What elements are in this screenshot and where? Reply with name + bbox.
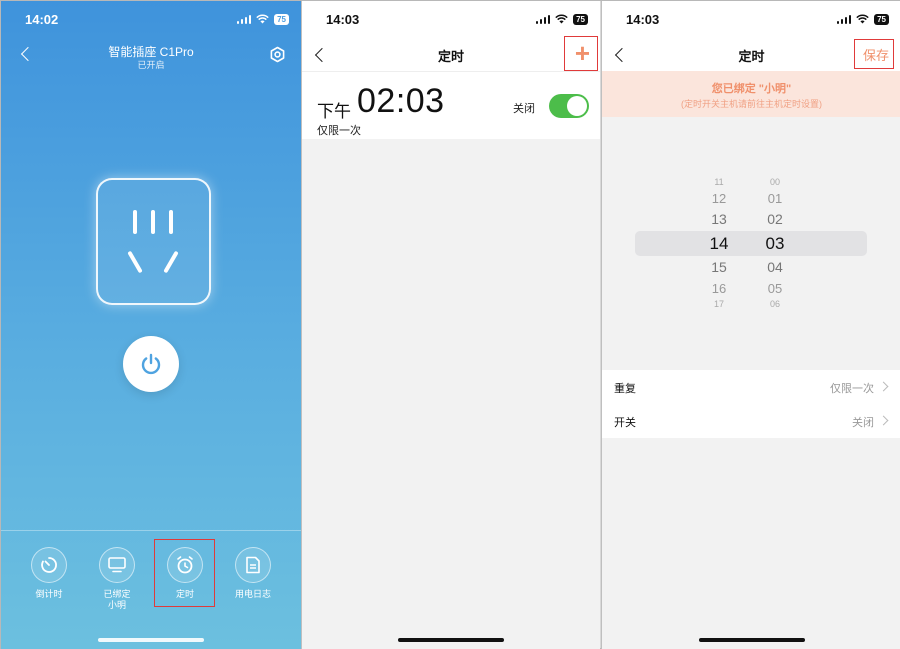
notice-subtitle: (定时开关主机请前往主机定时设置) — [681, 99, 822, 109]
chevron-right-icon — [878, 415, 889, 426]
signal-icon — [236, 14, 252, 24]
hour-option[interactable]: 16 — [699, 281, 739, 296]
row-value: 关闭 — [852, 417, 874, 429]
home-indicator — [98, 638, 204, 642]
screenshot-collage: 14:02 75 智能插座 C1Pro 已开启 倒计时 已绑定 小明 定时 用电… — [0, 0, 900, 649]
status-time: 14:03 — [626, 12, 660, 27]
hour-option[interactable]: 12 — [699, 191, 739, 206]
timer-list-screen: 14:03 75 定时 + 下午 02:03 仅限一次 关闭 — [302, 1, 600, 649]
status-icons: 75 — [236, 13, 289, 25]
tool-label: 用电日志 — [234, 589, 271, 599]
settings-list: 重复 仅限一次 开关 关闭 — [602, 370, 900, 438]
picker-selection-band — [635, 231, 867, 256]
notice-title: 您已绑定 "小明" — [711, 83, 792, 95]
bound-notice: 您已绑定 "小明" (定时开关主机请前往主机定时设置) — [602, 71, 900, 117]
minute-option[interactable]: 02 — [755, 211, 795, 227]
status-icons: 75 — [535, 13, 588, 25]
monitor-icon — [99, 547, 135, 583]
hour-option[interactable]: 13 — [699, 211, 739, 227]
wifi-icon — [256, 14, 269, 24]
row-label: 重复 — [614, 383, 636, 395]
signal-icon — [836, 14, 852, 24]
battery-indicator: 75 — [874, 13, 889, 25]
row-value: 仅限一次 — [830, 383, 874, 395]
tool-power-log[interactable]: 用电日志 — [223, 547, 283, 600]
minute-option[interactable]: 00 — [755, 177, 795, 185]
status-bar: 14:03 75 — [302, 1, 600, 37]
timer-repeat: 仅限一次 — [317, 125, 361, 137]
minute-selected[interactable]: 03 — [755, 234, 795, 254]
repeat-row[interactable]: 重复 仅限一次 — [602, 370, 900, 404]
timer-action: 关闭 — [513, 103, 535, 115]
battery-indicator: 75 — [573, 13, 588, 25]
highlight-box — [564, 36, 598, 71]
document-icon — [235, 547, 271, 583]
hour-selected[interactable]: 14 — [699, 234, 739, 254]
minute-option[interactable]: 01 — [755, 191, 795, 206]
home-indicator — [698, 638, 805, 642]
status-time: 14:02 — [25, 12, 59, 27]
timer-enable-toggle[interactable] — [549, 94, 589, 118]
device-status: 已开启 — [137, 60, 165, 70]
toggle-knob — [567, 96, 587, 116]
highlight-box — [154, 539, 215, 607]
socket-illustration — [96, 178, 211, 305]
highlight-box — [854, 39, 894, 69]
socket-pin — [127, 250, 143, 274]
tool-countdown[interactable]: 倒计时 — [19, 547, 79, 600]
tool-label: 已绑定 小明 — [103, 589, 131, 610]
minute-option[interactable]: 04 — [755, 259, 795, 275]
timer-item[interactable]: 下午 02:03 仅限一次 关闭 — [302, 71, 600, 139]
hour-option[interactable]: 11 — [699, 177, 739, 185]
timer-period: 下午 — [317, 102, 351, 121]
minute-option[interactable]: 06 — [755, 299, 795, 307]
socket-pin — [169, 210, 173, 234]
switch-action-row[interactable]: 开关 关闭 — [602, 404, 900, 438]
nav-bar: 定时 + — [302, 37, 600, 71]
power-button[interactable] — [123, 336, 179, 392]
status-time: 14:03 — [326, 12, 360, 27]
home-indicator — [398, 638, 504, 642]
wifi-icon — [555, 14, 568, 24]
tool-bound-device[interactable]: 已绑定 小明 — [87, 547, 147, 611]
tool-label: 倒计时 — [35, 589, 63, 599]
battery-indicator: 75 — [274, 13, 289, 25]
socket-pin — [133, 210, 137, 234]
signal-icon — [535, 14, 551, 24]
minute-option[interactable]: 05 — [755, 281, 795, 296]
chevron-right-icon — [878, 381, 889, 392]
socket-control-screen: 14:02 75 智能插座 C1Pro 已开启 倒计时 已绑定 小明 定时 用电… — [1, 1, 301, 649]
power-icon — [141, 353, 161, 375]
countdown-icon — [31, 547, 67, 583]
row-label: 开关 — [614, 417, 636, 429]
status-icons: 75 — [836, 13, 889, 25]
timer-edit-screen: 14:03 75 定时 保存 您已绑定 "小明" (定时开关主机请前往主机定时设… — [602, 1, 900, 649]
socket-pin — [163, 250, 179, 274]
settings-gear-icon[interactable] — [269, 46, 286, 63]
socket-pin — [151, 210, 155, 234]
page-title: 定时 — [437, 49, 464, 64]
wifi-icon — [856, 14, 869, 24]
status-bar: 14:02 75 — [1, 1, 301, 37]
timer-time: 02:03 — [357, 82, 445, 120]
hour-option[interactable]: 15 — [699, 259, 739, 275]
status-bar: 14:03 75 — [602, 1, 900, 37]
hour-option[interactable]: 17 — [699, 299, 739, 307]
